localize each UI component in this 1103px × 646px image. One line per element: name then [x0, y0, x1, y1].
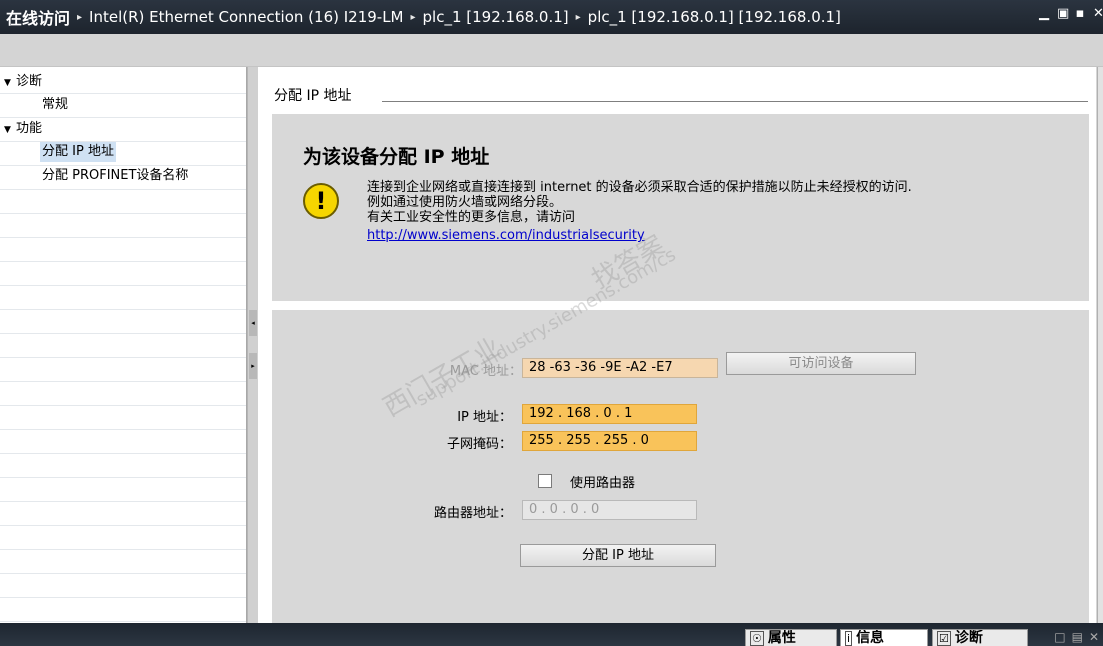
breadcrumb-separator-icon: ▸	[410, 11, 416, 23]
window-controls: ▁ ▣ ▪ ✕	[1039, 6, 1103, 21]
warning-line: 例如通过使用防火墙或网络分段。	[367, 195, 563, 210]
tree-item-diagnostics[interactable]: ▼ 诊断	[4, 72, 42, 92]
tree-item-label: 常规	[42, 97, 69, 112]
restore-icon[interactable]: ▣	[1057, 6, 1069, 21]
tab-info[interactable]: i 信息	[840, 629, 928, 646]
use-router-checkbox[interactable]	[538, 474, 552, 488]
main-content: 分配 IP 地址 为该设备分配 IP 地址 ! 连接到企业网络或直接连接到 in…	[258, 67, 1096, 625]
mac-address-label: MAC 地址：	[449, 364, 522, 379]
industrial-security-link[interactable]: http://www.siemens.com/industrialsecurit…	[367, 228, 912, 243]
tab-diagnostics[interactable]: ☑ 诊断	[932, 629, 1028, 646]
breadcrumb-separator-icon: ▸	[77, 11, 83, 23]
breadcrumb-online-access[interactable]: 在线访问	[6, 5, 70, 29]
breadcrumb-ethernet-adapter[interactable]: Intel(R) Ethernet Connection (16) I219-L…	[89, 8, 403, 26]
tree-item-functions[interactable]: ▼ 功能	[4, 119, 42, 139]
section-divider	[382, 101, 1088, 102]
tab-label: 信息	[856, 630, 885, 646]
tree-item-assign-ip[interactable]: 分配 IP 地址	[40, 142, 116, 162]
security-notice-panel: 为该设备分配 IP 地址 ! 连接到企业网络或直接连接到 internet 的设…	[272, 114, 1089, 301]
expand-down-icon[interactable]: ▼	[4, 120, 16, 140]
expand-down-icon[interactable]: ▼	[4, 73, 16, 93]
mac-address-field: 28 -63 -36 -9E -A2 -E7	[522, 358, 718, 378]
tab-label: 诊断	[954, 630, 983, 646]
breadcrumb-plc[interactable]: plc_1 [192.168.0.1]	[423, 8, 569, 26]
router-address-input: 0 . 0 . 0 . 0	[522, 500, 697, 520]
security-warning-text: 连接到企业网络或直接连接到 internet 的设备必须采取合适的保护措施以防止…	[367, 180, 912, 243]
properties-icon: ☉	[750, 631, 764, 646]
tree-item-label: 诊断	[16, 74, 43, 89]
accessible-devices-button[interactable]: 可访问设备	[726, 352, 916, 375]
tree-item-label: 分配 PROFINET设备名称	[42, 168, 189, 183]
breadcrumb-separator-icon: ▸	[575, 11, 581, 23]
warning-line: 连接到企业网络或直接连接到 internet 的设备必须采取合适的保护措施以防止…	[367, 180, 912, 195]
use-router-label: 使用路由器	[570, 476, 636, 491]
close-icon[interactable]: ✕	[1089, 630, 1099, 644]
expand-right-icon[interactable]: ▸	[249, 353, 257, 379]
function-tree: ▼ 诊断 常规 ▼ 功能 分配 IP 地址 分配 PROFINET设备名称	[0, 67, 247, 623]
maximize-icon[interactable]: ▪	[1075, 6, 1085, 21]
inspector-window-controls: □ ▤ ✕	[1054, 630, 1099, 644]
tree-item-assign-profinet-name[interactable]: 分配 PROFINET设备名称	[42, 166, 188, 186]
section-title: 分配 IP 地址	[274, 88, 352, 104]
tree-item-label: 分配 IP 地址	[42, 144, 114, 159]
close-icon[interactable]: ✕	[1093, 6, 1103, 21]
title-bar: 在线访问 ▸ Intel(R) Ethernet Connection (16)…	[0, 0, 1103, 34]
tree-item-general[interactable]: 常规	[42, 95, 68, 115]
diagnostics-icon: ☑	[937, 631, 951, 646]
tab-label: 属性	[767, 630, 796, 646]
ip-assignment-form: MAC 地址： 28 -63 -36 -9E -A2 -E7 可访问设备 IP …	[272, 310, 1089, 625]
warning-line: 有关工业安全性的更多信息，请访问	[367, 210, 576, 225]
toolbar	[0, 34, 1103, 67]
breadcrumb-plc-device[interactable]: plc_1 [192.168.0.1] [192.168.0.1]	[588, 8, 841, 26]
assign-ip-button[interactable]: 分配 IP 地址	[520, 544, 716, 567]
vertical-scrollbar[interactable]	[1097, 67, 1103, 623]
inspector-tab-bar: ☉ 属性 i 信息 ☑ 诊断 □ ▤ ✕	[0, 623, 1103, 646]
minimize-icon[interactable]: ▁	[1039, 6, 1049, 21]
subnet-mask-input[interactable]: 255 . 255 . 255 . 0	[522, 431, 697, 451]
tab-properties[interactable]: ☉ 属性	[745, 629, 837, 646]
subnet-mask-label: 子网掩码：	[446, 437, 512, 452]
ip-address-input[interactable]: 192 . 168 . 0 . 1	[522, 404, 697, 424]
info-icon: i	[845, 631, 853, 646]
ip-address-label: IP 地址：	[457, 410, 512, 425]
router-address-label: 路由器地址：	[433, 506, 512, 521]
float-icon[interactable]: □	[1054, 630, 1065, 644]
layout-icon[interactable]: ▤	[1072, 630, 1083, 644]
tree-item-label: 功能	[16, 121, 43, 136]
warning-icon: !	[303, 183, 339, 219]
collapse-left-icon[interactable]: ◂	[249, 310, 257, 336]
page-title: 为该设备分配 IP 地址	[303, 146, 490, 168]
